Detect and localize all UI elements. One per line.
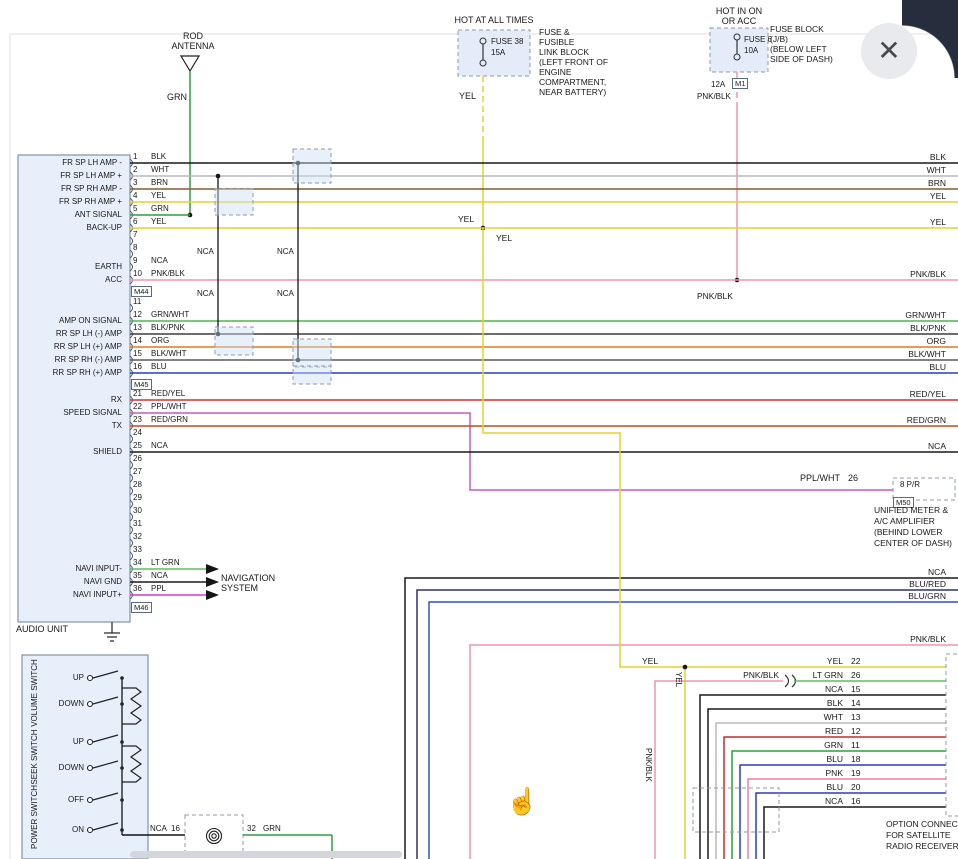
inline-connector-box (293, 366, 331, 384)
wiring-diagram-page: ROD ANTENNA GRN HOT AT ALL TIMES FUSE 38… (0, 0, 958, 859)
switch-contact-icon (88, 676, 93, 681)
close-icon: ✕ (877, 35, 900, 66)
arrow-icon (206, 564, 219, 574)
inline-connector-box (215, 327, 253, 355)
switch-bus-node (120, 798, 124, 802)
feeder-wire (405, 578, 958, 859)
close-button[interactable]: ✕ (861, 23, 917, 79)
satellite-wire (708, 709, 946, 859)
switch-contact-icon (88, 828, 93, 833)
switch-contact-icon (88, 740, 93, 745)
inline-connector-box (215, 189, 253, 215)
satellite-wire (756, 793, 946, 859)
horizontal-scrollbar-thumb[interactable] (130, 851, 402, 858)
switch-bus-node (120, 828, 124, 832)
satellite-wire (764, 807, 946, 859)
backup-lamp-wire (483, 228, 946, 667)
switch-contact-icon (88, 766, 93, 771)
switch-contact-icon (88, 798, 93, 803)
switch-bus-node (120, 676, 124, 680)
feeder-wire (417, 590, 958, 859)
junction-dot (683, 665, 688, 670)
wire-layer (0, 0, 958, 859)
switch-contact-icon (88, 702, 93, 707)
audio-unit-box (18, 155, 130, 622)
satellite-harness-connector-box (693, 788, 779, 832)
satellite-wire (724, 737, 946, 859)
arrow-icon (206, 577, 219, 587)
spiral-cable-icon (212, 834, 216, 838)
fuse-block-box (458, 30, 530, 76)
antenna-icon (181, 56, 199, 71)
satellite-wire (716, 723, 946, 859)
switch-bus-node (120, 702, 124, 706)
inline-connector-icon (785, 675, 789, 687)
feeder-wire (470, 645, 958, 859)
spiral-cable-icon (209, 831, 219, 841)
inline-connector-box (293, 339, 331, 367)
switch-panel-box (22, 655, 148, 859)
inline-connector-box (293, 149, 331, 183)
cursor-pointer: ☝ (506, 788, 538, 814)
satellite-wire (700, 695, 946, 859)
satellite-wire (748, 779, 946, 859)
junction-dot (216, 174, 221, 179)
switch-bus-node (120, 766, 124, 770)
meter-connector-box (893, 478, 955, 500)
arrow-icon (206, 590, 219, 600)
switch-bus-node (120, 740, 124, 744)
option-connector-box (946, 654, 958, 816)
